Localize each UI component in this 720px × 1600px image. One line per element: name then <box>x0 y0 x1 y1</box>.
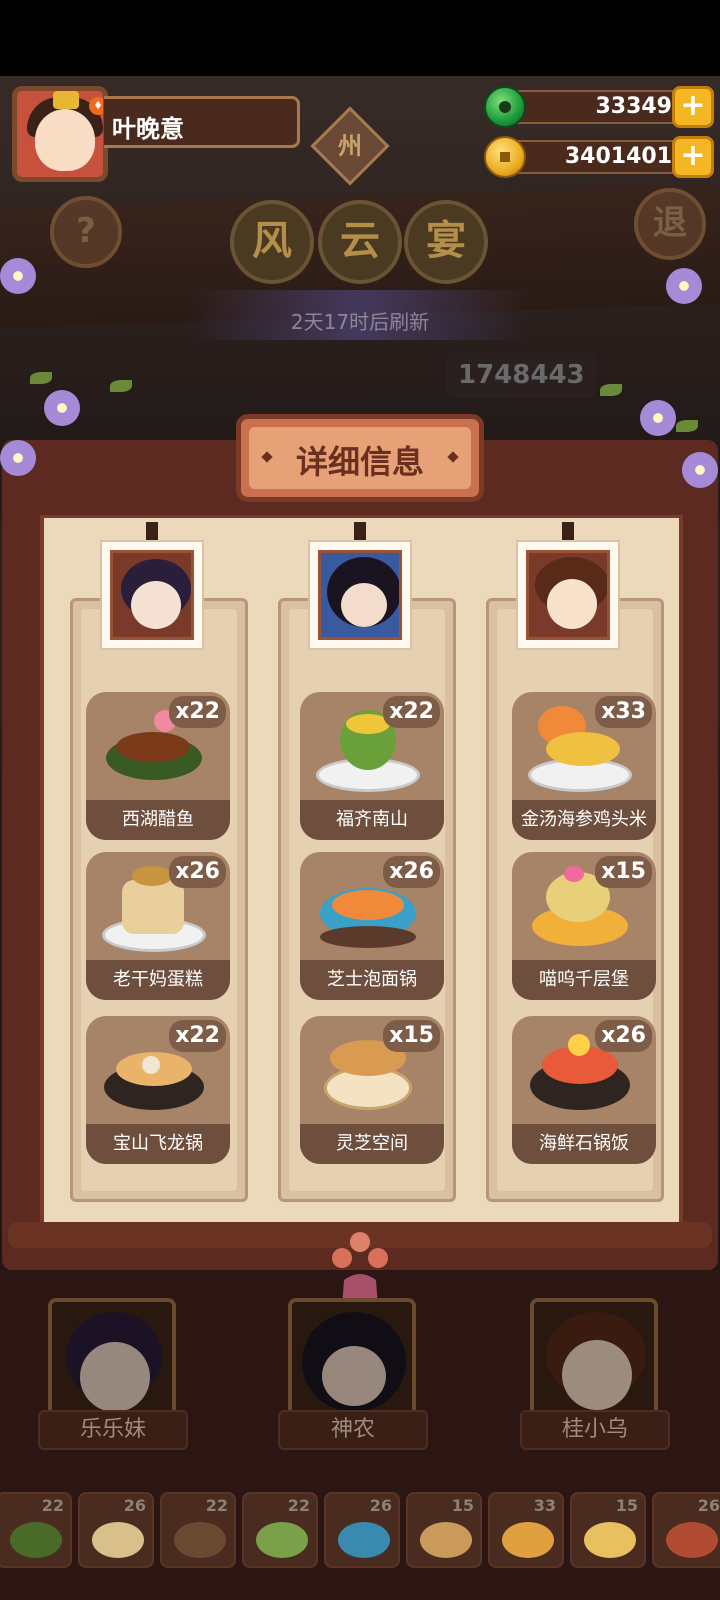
coin-icon <box>484 136 526 178</box>
jade-icon <box>484 86 526 128</box>
dish-card[interactable]: x15 灵芝空间 <box>300 1016 444 1164</box>
chef-portrait-card-3[interactable] <box>516 522 620 650</box>
dish-count: x15 <box>595 856 652 888</box>
dish-count: x15 <box>383 1020 440 1052</box>
chef-portrait <box>110 550 194 640</box>
dish-name: 福齐南山 <box>300 800 444 840</box>
dish-name: 金汤海参鸡头米 <box>512 800 656 840</box>
dish-count: x26 <box>383 856 440 888</box>
dish-count: x22 <box>169 696 226 728</box>
refresh-countdown: 2天17时后刷新 <box>290 310 430 334</box>
score-tag: 1748443 <box>446 352 596 398</box>
chef-portrait-card-2[interactable] <box>308 522 412 650</box>
player-name-plate: 叶晚意 <box>104 96 300 148</box>
dish-count: x22 <box>169 1020 226 1052</box>
dish-name: 老干妈蛋糕 <box>86 960 230 1000</box>
crown-icon <box>53 91 79 109</box>
coin-amount: 3401401 <box>564 144 672 169</box>
mini-dish-slot[interactable]: 26 <box>78 1492 154 1568</box>
chef-name-2: 神农 <box>278 1410 428 1450</box>
chef-slot-3[interactable] <box>530 1298 658 1428</box>
player-name: 叶晚意 <box>112 115 184 143</box>
chef-portrait <box>526 550 610 640</box>
dish-count: x26 <box>169 856 226 888</box>
panel-title-plaque: 详细信息 <box>236 414 484 502</box>
dish-name: 海鲜石锅饭 <box>512 1124 656 1164</box>
event-title-char-3: 宴 <box>404 200 488 284</box>
dish-card[interactable]: x26 海鲜石锅饭 <box>512 1016 656 1164</box>
mini-dish-slot[interactable]: 33 <box>488 1492 564 1568</box>
dish-count: x26 <box>595 1020 652 1052</box>
add-jade-button[interactable]: + <box>672 86 714 128</box>
status-bar-area <box>0 0 720 76</box>
flower-decoration <box>666 268 702 304</box>
dish-name: 喵呜千层堡 <box>512 960 656 1000</box>
dish-tray: 22 26 22 22 26 15 33 15 26 <box>0 1492 720 1572</box>
exit-button[interactable]: 退 <box>634 188 706 260</box>
jade-currency: 33349 + <box>484 86 714 128</box>
coin-currency: 3401401 + <box>484 136 714 178</box>
dish-card[interactable]: x22 宝山飞龙锅 <box>86 1016 230 1164</box>
chef-slot-1[interactable] <box>48 1298 176 1428</box>
dish-card[interactable]: x15 喵呜千层堡 <box>512 852 656 1000</box>
chef-name-1: 乐乐妹 <box>38 1410 188 1450</box>
flower-decoration <box>682 452 718 488</box>
flower-decoration <box>0 440 36 476</box>
mini-dish-slot[interactable]: 22 <box>0 1492 72 1568</box>
flower-decoration <box>640 400 676 436</box>
knot-tassel-icon <box>332 1232 388 1308</box>
chef-portrait <box>318 550 402 640</box>
mini-dish-slot[interactable]: 26 <box>652 1492 720 1568</box>
chef-slot-2[interactable] <box>288 1298 416 1428</box>
help-button[interactable]: ? <box>50 196 122 268</box>
player-avatar[interactable]: ♦ <box>12 86 108 182</box>
game-screen: ♦ 叶晚意 33349 + 3401401 + ? 退 州 风 云 宴 2天17… <box>0 0 720 1600</box>
mini-dish-slot[interactable]: 22 <box>160 1492 236 1568</box>
dish-name: 宝山飞龙锅 <box>86 1124 230 1164</box>
dish-card[interactable]: x33 金汤海参鸡头米 <box>512 692 656 840</box>
panel-title: 详细信息 <box>295 443 424 481</box>
dish-name: 芝士泡面锅 <box>300 960 444 1000</box>
region-label: 州 <box>338 132 362 160</box>
flower-decoration <box>0 258 36 294</box>
dish-card[interactable]: x26 老干妈蛋糕 <box>86 852 230 1000</box>
mini-dish-slot[interactable]: 15 <box>570 1492 646 1568</box>
dish-count: x33 <box>595 696 652 728</box>
dish-name: 西湖醋鱼 <box>86 800 230 840</box>
flower-decoration <box>44 390 80 426</box>
dish-count: x22 <box>383 696 440 728</box>
dish-card[interactable]: x22 福齐南山 <box>300 692 444 840</box>
dish-card[interactable]: x22 西湖醋鱼 <box>86 692 230 840</box>
chef-name-3: 桂小乌 <box>520 1410 670 1450</box>
jade-amount: 33349 <box>595 94 672 119</box>
mini-dish-slot[interactable]: 15 <box>406 1492 482 1568</box>
event-title-char-2: 云 <box>318 200 402 284</box>
event-title-char-1: 风 <box>230 200 314 284</box>
dish-name: 灵芝空间 <box>300 1124 444 1164</box>
mini-dish-slot[interactable]: 26 <box>324 1492 400 1568</box>
dish-card[interactable]: x26 芝士泡面锅 <box>300 852 444 1000</box>
chef-portrait-card-1[interactable] <box>100 522 204 650</box>
mini-dish-slot[interactable]: 22 <box>242 1492 318 1568</box>
add-coins-button[interactable]: + <box>672 136 714 178</box>
